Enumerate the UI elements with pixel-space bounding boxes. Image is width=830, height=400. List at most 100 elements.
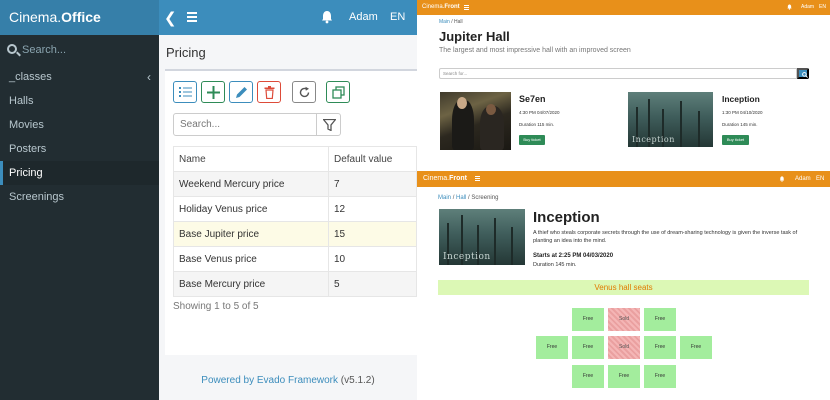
hall-subtitle: The largest and most impressive hall wit… <box>439 47 631 54</box>
language-switch[interactable]: EN <box>816 171 824 187</box>
table-row[interactable]: Holiday Venus price 12 <box>173 196 417 222</box>
movie-search-button[interactable] <box>797 68 809 79</box>
add-button[interactable] <box>201 81 225 103</box>
framework-link[interactable]: Powered by Evado Framework <box>201 375 338 386</box>
seat[interactable]: Free <box>572 308 604 331</box>
sidebar: _classes‹ Halls Movies Posters Pricing S… <box>0 35 159 400</box>
bell-icon[interactable] <box>787 4 792 10</box>
seat[interactable]: Free <box>644 336 676 359</box>
seat[interactable]: Free <box>608 365 640 388</box>
table-header-row: Name Default value <box>173 146 417 172</box>
seat[interactable]: Free <box>572 365 604 388</box>
cell-value: 5 <box>328 271 417 297</box>
delete-button[interactable] <box>257 81 281 103</box>
front-logo[interactable]: Cinema.Front <box>423 171 467 187</box>
screening-duration: Duration 145 min. <box>533 262 577 268</box>
filter-icon <box>323 119 336 131</box>
cell-value: 10 <box>328 246 417 272</box>
footer: Powered by Evado Framework (v5.1.2) <box>159 375 417 386</box>
copy-icon <box>332 86 345 99</box>
office-logo[interactable]: Cinema.Office <box>0 0 159 35</box>
screening-title: Inception <box>533 209 600 226</box>
sidebar-item-halls[interactable]: Halls <box>0 89 159 113</box>
clone-button[interactable] <box>326 81 350 103</box>
sidebar-item-classes[interactable]: _classes ‹ <box>0 65 159 89</box>
user-menu[interactable]: Adam <box>801 0 814 15</box>
page-title: Pricing <box>166 45 206 60</box>
pencil-icon <box>236 87 247 98</box>
column-header-default-value[interactable]: Default value <box>328 146 417 172</box>
language-switch[interactable]: EN <box>819 0 826 15</box>
buy-ticket-button[interactable]: Buy ticket <box>519 135 545 145</box>
seat[interactable]: Free <box>536 336 568 359</box>
pagination-summary: Showing 1 to 5 of 5 <box>173 301 259 312</box>
chevron-left-icon: ‹ <box>147 70 151 84</box>
bell-icon[interactable] <box>321 10 333 24</box>
seat[interactable]: Free <box>680 336 712 359</box>
movie-poster-inception[interactable]: Inception <box>628 92 713 147</box>
cell-value: 12 <box>328 196 417 222</box>
hamburger-icon[interactable] <box>475 176 480 181</box>
movie-title[interactable]: Inception <box>722 94 760 104</box>
front-screening-page: Cinema.Front Adam EN Main / Hall / Scree… <box>417 171 830 400</box>
buy-ticket-button[interactable]: Buy ticket <box>722 135 749 145</box>
seat: Sold <box>608 336 640 359</box>
sidebar-item-posters[interactable]: Posters <box>0 137 159 161</box>
table-search-input[interactable] <box>173 113 317 136</box>
user-menu[interactable]: Adam <box>349 0 378 35</box>
movie-time: 1:30 PM 04/10/2020 <box>722 110 763 115</box>
sidebar-item-movies[interactable]: Movies <box>0 113 159 137</box>
reload-button[interactable] <box>292 81 316 103</box>
filter-button[interactable] <box>316 113 341 136</box>
table-row[interactable]: Base Jupiter price 15 <box>173 221 417 247</box>
bell-icon[interactable] <box>779 176 785 182</box>
seat: Sold <box>608 308 640 331</box>
breadcrumb-main[interactable]: Main <box>439 19 450 25</box>
breadcrumb: Main / Hall / Screening <box>438 195 499 201</box>
sidebar-search-input[interactable] <box>22 41 152 59</box>
sidebar-search <box>5 41 154 59</box>
hamburger-icon[interactable] <box>187 12 197 22</box>
table-row[interactable]: Weekend Mercury price 7 <box>173 171 417 197</box>
cell-name: Base Venus price <box>173 246 329 272</box>
search-icon <box>7 44 17 54</box>
column-header-name[interactable]: Name <box>173 146 329 172</box>
breadcrumb-main[interactable]: Main <box>438 195 451 201</box>
movie-duration: Duration 145 min. <box>722 122 758 127</box>
poster-title-text: Inception <box>632 135 675 144</box>
table-row[interactable]: Base Mercury price 5 <box>173 271 417 297</box>
sidebar-item-pricing[interactable]: Pricing <box>0 161 159 185</box>
sidebar-nav: _classes ‹ Halls Movies Posters Pricing S… <box>0 65 159 209</box>
plus-icon <box>207 86 220 99</box>
trash-icon <box>264 86 275 99</box>
movie-time: 4:30 PM 04/07/2020 <box>519 110 560 115</box>
screening-start: Starts at 2:25 PM 04/03/2020 <box>533 253 614 259</box>
list-view-button[interactable] <box>173 81 197 103</box>
screening-poster: Inception <box>439 209 525 265</box>
front-navbar: Cinema.Front Adam EN <box>417 0 830 15</box>
seat[interactable]: Free <box>572 336 604 359</box>
cell-value: 15 <box>328 221 417 247</box>
movie-poster-se7en[interactable] <box>440 92 511 150</box>
hall-title: Jupiter Hall <box>439 29 510 44</box>
edit-button[interactable] <box>229 81 253 103</box>
sidebar-item-screenings[interactable]: Screenings <box>0 185 159 209</box>
office-app: Cinema.Office ❮ Adam EN _classes‹ Halls … <box>0 0 417 400</box>
breadcrumb-hall[interactable]: Hall <box>456 195 466 201</box>
language-switch[interactable]: EN <box>390 0 405 35</box>
user-menu[interactable]: Adam <box>795 171 811 187</box>
office-content: Pricing Search... Name Default value Wee… <box>159 35 417 400</box>
table-row[interactable]: Base Venus price 10 <box>173 246 417 272</box>
cell-name: Holiday Venus price <box>173 196 329 222</box>
refresh-icon <box>299 86 310 98</box>
seat[interactable]: Free <box>644 308 676 331</box>
seat[interactable]: Free <box>644 365 676 388</box>
poster-title-text: Inception <box>443 252 491 262</box>
office-topbar: Cinema.Office ❮ Adam EN <box>0 0 417 35</box>
hamburger-icon[interactable] <box>464 5 469 10</box>
front-logo[interactable]: Cinema.Front <box>422 0 460 15</box>
movie-duration: Duration 115 min. <box>519 122 555 127</box>
movie-search-input[interactable] <box>439 68 797 79</box>
back-icon[interactable]: ❮ <box>164 9 177 27</box>
movie-title[interactable]: Se7en <box>519 94 546 104</box>
